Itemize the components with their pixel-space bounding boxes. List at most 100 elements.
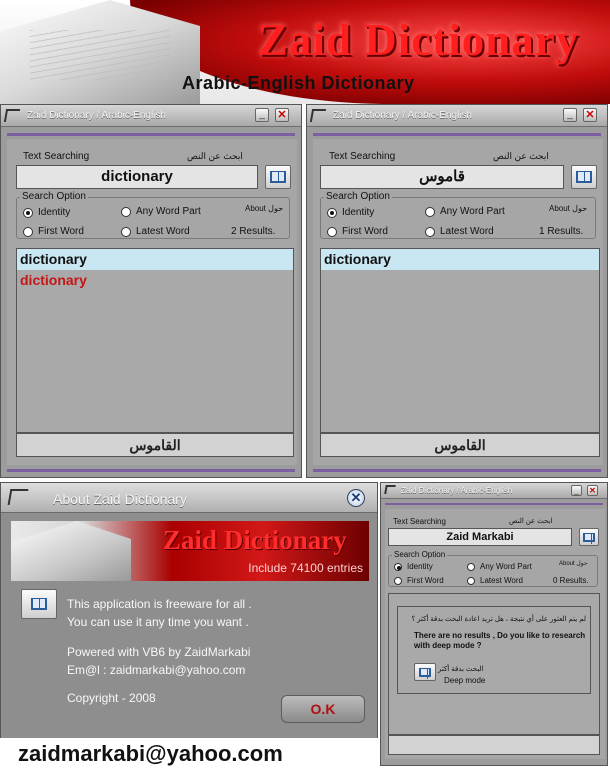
text-searching-label: Text Searching — [393, 517, 446, 526]
radio-identity[interactable]: Identity — [394, 562, 433, 571]
app-icon — [309, 109, 327, 122]
radio-first-word[interactable]: First Word — [394, 576, 444, 585]
radio-first-word[interactable]: First Word — [327, 226, 388, 237]
window-title: Zaid Dictionary / Arabic-English — [333, 110, 472, 121]
radio-icon — [467, 562, 475, 571]
results-list[interactable]: dictionary — [320, 248, 600, 433]
divider — [313, 133, 601, 136]
close-button[interactable]: ✕ — [347, 489, 365, 507]
radio-icon — [425, 226, 435, 237]
text-searching-ar-label: ابحث عن النص — [493, 151, 549, 161]
no-results-dialog: لم يتم العثور على أي نتيجة ، هل تريد اعا… — [397, 606, 591, 694]
radio-identity[interactable]: Identity — [327, 207, 374, 218]
deep-mode-ar: البحث بدقة أكثر — [438, 666, 484, 673]
deep-mode-button[interactable] — [414, 663, 436, 681]
search-option-group: Search Option Identity Any Word Part Abo… — [320, 191, 596, 239]
search-option-group: Search Option Identity Any Word Part Abo… — [388, 550, 598, 587]
bottom-bar — [388, 735, 600, 755]
results-list[interactable]: لم يتم العثور على أي نتيجة ، هل تريد اعا… — [388, 593, 600, 735]
banner-title: Zaid Dictionary — [258, 15, 580, 65]
about-link[interactable]: About حول — [559, 560, 588, 567]
book-icon-button — [21, 589, 57, 619]
minimize-button[interactable]: _ — [563, 108, 577, 122]
minimize-button[interactable]: _ — [571, 485, 582, 496]
about-line-1: This application is freeware for all . — [67, 597, 252, 611]
divider — [7, 469, 295, 472]
search-input[interactable]: Zaid Markabi — [388, 528, 572, 546]
text-searching-ar-label: ابحث عن النص — [509, 518, 553, 525]
book-icon — [270, 171, 286, 183]
search-input[interactable]: dictionary — [16, 165, 258, 189]
search-button[interactable] — [571, 165, 597, 189]
radio-selected-icon — [394, 562, 402, 571]
about-link[interactable]: About حول — [245, 204, 283, 213]
deep-mode-label[interactable]: Deep mode — [444, 676, 485, 685]
dialog-ar-text: لم يتم العثور على أي نتيجة ، هل تريد اعا… — [411, 616, 586, 623]
window-title: Zaid Dictionary / Arabic-English — [401, 486, 513, 495]
list-item[interactable]: dictionary — [17, 270, 293, 291]
radio-icon — [121, 226, 131, 237]
ok-button[interactable]: O.K — [281, 695, 365, 723]
about-title: About Zaid Dictionary — [53, 491, 187, 507]
about-title-bar[interactable]: About Zaid Dictionary ✕ — [1, 483, 377, 513]
dictionary-window-3: Zaid Dictionary / Arabic-English _ ✕ Tex… — [380, 482, 608, 766]
dictionary-window-1: Zaid Dictionary / Arabic-English _ ✕ Tex… — [0, 104, 302, 478]
bottom-title: القاموس — [16, 433, 294, 457]
dictionary-window-2: Zaid Dictionary / Arabic-English _ ✕ Tex… — [306, 104, 608, 478]
close-button[interactable]: ✕ — [275, 108, 289, 122]
result-count: 1 Results. — [539, 226, 584, 237]
about-entries-count: Include 74100 entries — [248, 561, 363, 575]
result-count: 2 Results. — [231, 226, 276, 237]
about-link[interactable]: About حول — [549, 204, 587, 213]
results-list[interactable]: dictionary dictionary — [16, 248, 294, 433]
text-searching-label: Text Searching — [329, 151, 396, 162]
window-body: Text Searching ابحث عن النص قاموس Search… — [313, 139, 603, 465]
about-dialog: About Zaid Dictionary ✕ Zaid Dictionary … — [0, 482, 378, 752]
list-item[interactable]: dictionary — [321, 249, 599, 270]
radio-identity[interactable]: Identity — [23, 207, 70, 218]
radio-any-word-part[interactable]: Any Word Part — [121, 206, 201, 217]
list-item[interactable]: dictionary — [17, 249, 293, 270]
minimize-button[interactable]: _ — [255, 108, 269, 122]
divider — [7, 133, 295, 136]
radio-icon — [425, 206, 435, 217]
divider — [385, 503, 603, 505]
radio-icon — [394, 576, 402, 585]
search-input[interactable]: قاموس — [320, 165, 564, 189]
book-icon — [576, 171, 592, 183]
app-icon — [3, 109, 21, 122]
radio-any-word-part[interactable]: Any Word Part — [425, 206, 505, 217]
title-bar[interactable]: Zaid Dictionary / Arabic-English _ ✕ — [307, 105, 607, 127]
radio-icon — [467, 576, 475, 585]
book-icon — [419, 668, 431, 679]
close-button[interactable]: ✕ — [583, 108, 597, 122]
radio-latest-word[interactable]: Latest Word — [121, 226, 190, 237]
radio-selected-icon — [23, 207, 33, 218]
text-searching-label: Text Searching — [23, 151, 90, 162]
close-button[interactable]: ✕ — [587, 485, 598, 496]
search-option-label: Search Option — [324, 191, 392, 202]
radio-latest-word[interactable]: Latest Word — [425, 226, 494, 237]
banner-subtitle: Arabic-English Dictionary — [182, 73, 415, 93]
radio-any-word-part[interactable]: Any Word Part — [467, 562, 532, 571]
divider — [313, 469, 601, 472]
app-banner: Zaid Dictionary Arabic-English Dictionar… — [0, 0, 610, 104]
radio-latest-word[interactable]: Latest Word — [467, 576, 523, 585]
radio-first-word[interactable]: First Word — [23, 226, 84, 237]
dialog-en-text: There are no results , Do you like to re… — [414, 631, 586, 650]
about-line-2: You can use it any time you want . — [67, 615, 249, 629]
app-icon — [7, 489, 29, 505]
title-bar[interactable]: Zaid Dictionary / Arabic-English _ ✕ — [1, 105, 301, 127]
about-banner-title: Zaid Dictionary — [163, 525, 347, 555]
book-icon — [583, 533, 595, 544]
title-bar[interactable]: Zaid Dictionary / Arabic-English _ ✕ — [381, 483, 607, 499]
window-body: Text Searching ابحث عن النص dictionary S… — [7, 139, 297, 465]
search-button[interactable] — [579, 528, 599, 546]
about-line-4: Em@l : zaidmarkabi@yahoo.com — [67, 663, 246, 677]
result-count: 0 Results. — [553, 576, 589, 585]
search-button[interactable] — [265, 165, 291, 189]
window-body: Text Searching ابحث عن النص Zaid Markabi… — [385, 509, 605, 759]
window-title: Zaid Dictionary / Arabic-English — [27, 110, 166, 121]
app-icon — [384, 485, 396, 494]
radio-selected-icon — [327, 207, 337, 218]
